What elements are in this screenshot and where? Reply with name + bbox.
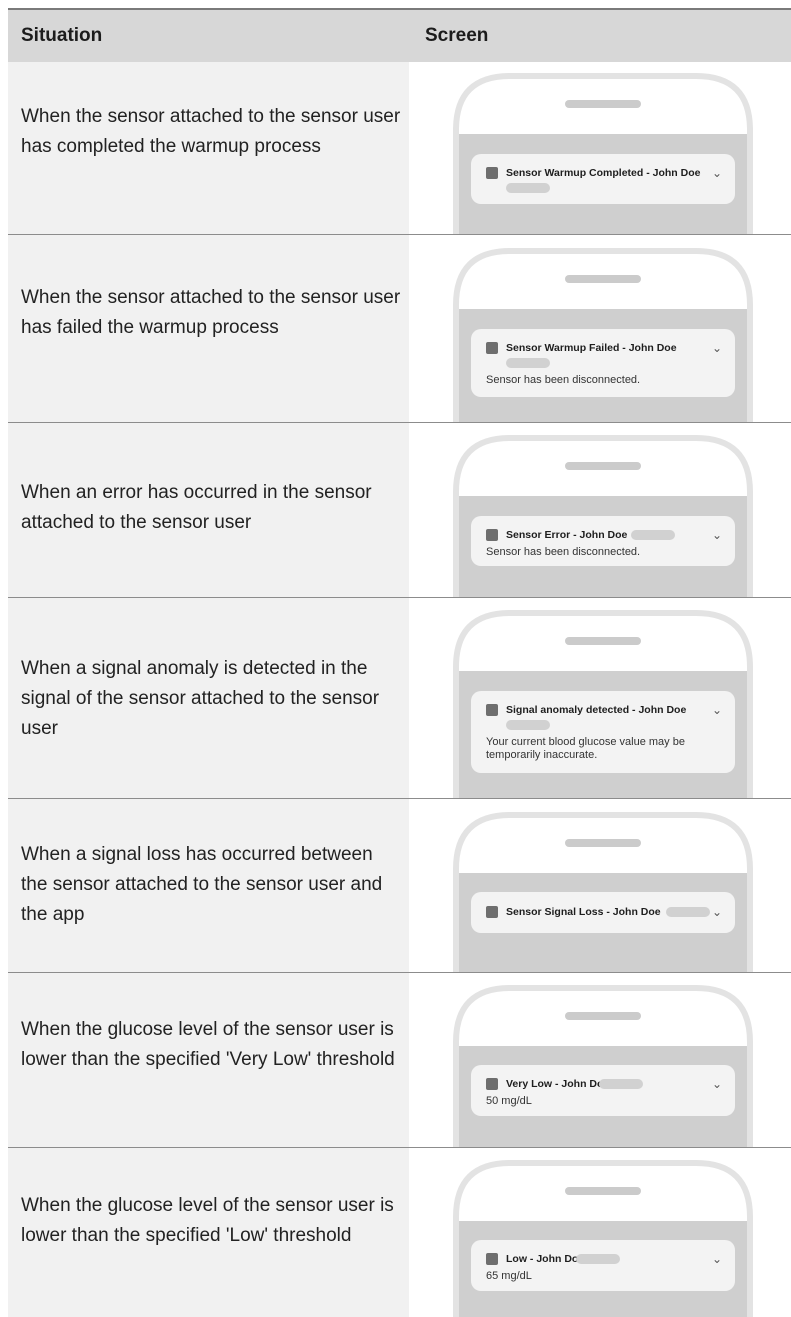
square-app-icon [486, 529, 498, 541]
square-app-icon [486, 704, 498, 716]
phone-mockup: Sensor Signal Loss - John Doe ⌄ [453, 812, 753, 972]
header-screen: Screen [425, 25, 489, 46]
chevron-down-icon[interactable]: ⌄ [712, 702, 722, 718]
notification-title: Low - John Doe [506, 1253, 585, 1265]
chevron-down-icon[interactable]: ⌄ [712, 527, 722, 543]
phone-mockup: Sensor Warmup Failed - John Doe ⌄ Sensor… [453, 248, 753, 422]
situation-text: When the glucose level of the sensor use… [21, 1195, 394, 1246]
notification-card[interactable]: Very Low - John Doe ⌄ 50 mg/dL [471, 1065, 735, 1116]
notification-card[interactable]: Signal anomaly detected - John Doe ⌄ You… [471, 691, 735, 773]
square-app-icon [486, 342, 498, 354]
notification-body: 50 mg/dL [486, 1095, 532, 1107]
square-app-icon [486, 167, 498, 179]
table-row: When the glucose level of the sensor use… [8, 1148, 791, 1317]
phone-mockup: Sensor Error - John Doe ⌄ Sensor has bee… [453, 435, 753, 597]
situation-text: When the sensor attached to the sensor u… [21, 287, 401, 338]
table-header: Situation Screen [8, 10, 791, 62]
notification-title: Sensor Signal Loss - John Doe [506, 906, 661, 918]
notification-body: Sensor has been disconnected. [486, 374, 641, 386]
notification-card[interactable]: Sensor Warmup Failed - John Doe ⌄ Sensor… [471, 329, 735, 397]
phone-frame [453, 1160, 753, 1317]
notification-title: Sensor Warmup Failed - John Doe [506, 342, 677, 354]
placeholder-pill [599, 1079, 643, 1089]
table-row: When the glucose level of the sensor use… [8, 973, 791, 1147]
page: Situation Screen When the sensor attache… [0, 0, 791, 1317]
table-row: When a signal loss has occurred between … [8, 799, 791, 972]
situation-cell: When a signal anomaly is detected in the… [8, 598, 409, 798]
notification-body: 65 mg/dL [486, 1270, 532, 1282]
notification-card[interactable]: Sensor Error - John Doe ⌄ Sensor has bee… [471, 516, 735, 566]
situation-cell: When the sensor attached to the sensor u… [8, 62, 409, 234]
chevron-down-icon[interactable]: ⌄ [712, 165, 722, 181]
phone-mockup: Low - John Doe ⌄ 65 mg/dL [453, 1160, 753, 1317]
chevron-down-icon[interactable]: ⌄ [712, 340, 722, 356]
placeholder-pill [506, 358, 550, 368]
situation-cell: When the sensor attached to the sensor u… [8, 235, 409, 422]
notification-title: Sensor Error - John Doe [506, 529, 628, 541]
situation-cell: When a signal loss has occurred between … [8, 799, 409, 972]
table-row: When a signal anomaly is detected in the… [8, 598, 791, 798]
chevron-down-icon[interactable]: ⌄ [712, 1076, 722, 1092]
notification-body: Sensor has been disconnected. [486, 546, 641, 558]
chevron-down-icon[interactable]: ⌄ [712, 1251, 722, 1267]
square-app-icon [486, 1078, 498, 1090]
situation-text: When a signal loss has occurred between … [21, 844, 383, 925]
placeholder-pill [576, 1254, 620, 1264]
placeholder-pill [506, 183, 550, 193]
table-row: When an error has occurred in the sensor… [8, 423, 791, 597]
table-row: When the sensor attached to the sensor u… [8, 235, 791, 422]
notification-card[interactable]: Low - John Doe ⌄ 65 mg/dL [471, 1240, 735, 1291]
situation-text: When an error has occurred in the sensor… [21, 482, 372, 533]
placeholder-pill [506, 720, 550, 730]
situation-cell: When an error has occurred in the sensor… [8, 423, 409, 597]
phone-mockup: Signal anomaly detected - John Doe ⌄ You… [453, 610, 753, 798]
phone-mockup: Sensor Warmup Completed - John Doe ⌄ [453, 73, 753, 234]
situation-text: When the glucose level of the sensor use… [21, 1019, 395, 1070]
notification-card[interactable]: Sensor Signal Loss - John Doe ⌄ [471, 892, 735, 933]
square-app-icon [486, 1253, 498, 1265]
notification-body: Your current blood glucose value may be … [486, 736, 685, 761]
phone-mockup: Very Low - John Doe ⌄ 50 mg/dL [453, 985, 753, 1147]
notification-card[interactable]: Sensor Warmup Completed - John Doe ⌄ [471, 154, 735, 204]
notification-title: Signal anomaly detected - John Doe [506, 704, 687, 716]
square-app-icon [486, 906, 498, 918]
header-situation: Situation [21, 25, 103, 46]
placeholder-pill [631, 530, 675, 540]
situation-text: When a signal anomaly is detected in the… [21, 658, 380, 739]
situation-cell: When the glucose level of the sensor use… [8, 973, 409, 1147]
situation-text: When the sensor attached to the sensor u… [21, 106, 401, 157]
notification-title: Sensor Warmup Completed - John Doe [506, 167, 701, 179]
chevron-down-icon[interactable]: ⌄ [712, 904, 722, 920]
notification-title: Very Low - John Doe [506, 1078, 610, 1090]
situation-cell: When the glucose level of the sensor use… [8, 1148, 409, 1317]
placeholder-pill [666, 907, 710, 917]
table-row: When the sensor attached to the sensor u… [8, 62, 791, 234]
